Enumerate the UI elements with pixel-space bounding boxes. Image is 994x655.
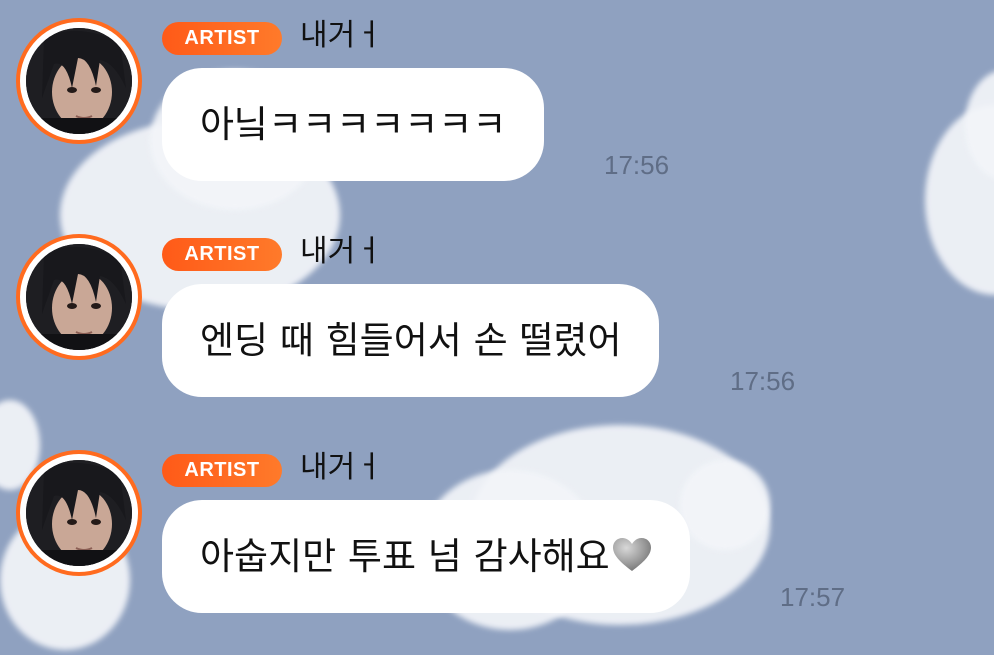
sender-name[interactable]: 내거ㅓ xyxy=(300,230,383,274)
message-bubble[interactable]: 엔딩 때 힘들어서 손 떨렸어 xyxy=(162,284,660,397)
message-bubble[interactable]: 아숩지만 투표 넘 감사해요 xyxy=(162,500,690,613)
artist-badge: ARTIST xyxy=(162,238,282,271)
artist-badge: ARTIST xyxy=(162,454,282,487)
message-timestamp: 17:57 xyxy=(780,582,846,612)
profile-photo-icon xyxy=(26,28,132,134)
message-text: 아닠ㅋㅋㅋㅋㅋㅋㅋ xyxy=(200,103,507,146)
cloud-decoration xyxy=(680,460,770,550)
sender-name[interactable]: 내거ㅓ xyxy=(300,14,383,58)
avatar[interactable] xyxy=(16,18,142,144)
grey-heart-icon xyxy=(612,504,652,617)
avatar[interactable] xyxy=(16,234,142,360)
sender-name[interactable]: 내거ㅓ xyxy=(300,446,383,490)
message-timestamp: 17:56 xyxy=(730,366,796,396)
message-bubble[interactable]: 아닠ㅋㅋㅋㅋㅋㅋㅋ xyxy=(162,68,545,181)
avatar[interactable] xyxy=(16,450,142,576)
message-text: 엔딩 때 힘들어서 손 떨렸어 xyxy=(200,319,622,362)
message-text: 아숩지만 투표 넘 감사해요 xyxy=(200,535,610,578)
profile-photo-icon xyxy=(26,460,132,566)
message-timestamp: 17:56 xyxy=(604,150,670,180)
artist-badge: ARTIST xyxy=(162,22,282,55)
profile-photo-icon xyxy=(26,244,132,350)
